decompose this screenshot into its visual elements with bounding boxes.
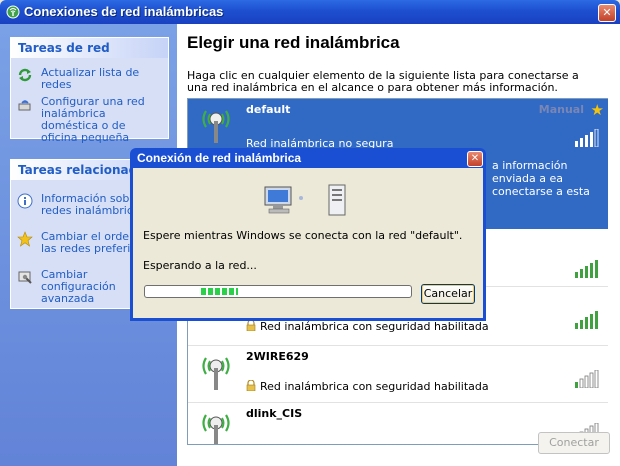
network-detail-text: a información enviada a ea conectarse a … xyxy=(492,159,590,198)
settings-icon xyxy=(18,271,32,284)
close-button[interactable]: ✕ xyxy=(598,4,616,22)
info-icon xyxy=(17,193,33,209)
setup-wireless-network-label: Configurar una red inalámbrica doméstica… xyxy=(41,95,145,144)
antenna-icon xyxy=(202,110,230,143)
network-status: Red inalámbrica con seguridad habilitada xyxy=(246,380,489,393)
signal-strength-icon xyxy=(575,370,599,388)
page-title: Elegir una red inalámbrica xyxy=(187,33,400,52)
wireless-network-icon xyxy=(6,5,20,19)
lock-icon xyxy=(246,320,256,331)
refresh-network-list-label: Actualizar lista de redes xyxy=(41,66,140,91)
window-title: Conexiones de red inalámbricas xyxy=(24,4,224,19)
network-name: dlink_CIS xyxy=(246,407,303,420)
signal-strength-icon xyxy=(575,260,598,278)
manual-badge: Manual xyxy=(538,103,584,116)
wireless-connections-window: Conexiones de red inalámbricas ✕ Tareas … xyxy=(0,0,620,466)
setup-icon xyxy=(18,100,31,111)
dialog-message: Espere mientras Windows se conecta con l… xyxy=(143,229,463,242)
network-status-text: Red inalámbrica con seguridad habilitada xyxy=(260,380,489,393)
dialog-close-button[interactable]: ✕ xyxy=(467,151,483,167)
connecting-dialog: Conexión de red inalámbrica ✕ Espere mie… xyxy=(130,148,486,321)
signal-strength-icon xyxy=(575,129,599,147)
cancel-button[interactable]: Cancelar xyxy=(421,284,475,304)
close-icon: ✕ xyxy=(470,153,480,164)
network-tasks-panel: Tareas de red Actualizar lista de redes … xyxy=(10,37,169,144)
network-status: Red inalámbrica con seguridad habilitada xyxy=(246,320,489,333)
antenna-icon xyxy=(202,357,230,390)
signal-strength-icon xyxy=(575,311,598,329)
antenna-icon xyxy=(202,414,230,444)
preferred-star-icon: ★ xyxy=(590,101,604,119)
network-name: default xyxy=(246,103,291,116)
connect-button[interactable]: Conectar xyxy=(538,432,610,454)
network-item-2wire629[interactable]: 2WIRE629 Red inalámbrica con seguridad h… xyxy=(188,346,608,402)
title-bar[interactable]: Conexiones de red inalámbricas ✕ xyxy=(0,0,620,24)
network-tasks-heading: Tareas de red xyxy=(11,38,168,58)
close-icon: ✕ xyxy=(602,6,612,19)
lock-icon xyxy=(246,380,256,391)
network-name: 2WIRE629 xyxy=(246,350,309,363)
progress-fill xyxy=(201,288,238,295)
network-status-text: Red inalámbrica con seguridad habilitada xyxy=(260,320,489,333)
intro-text: Haga clic en cualquier elemento de la si… xyxy=(187,69,579,94)
dialog-waiting-text: Esperando a la red... xyxy=(143,259,257,272)
connection-progress-bar xyxy=(144,285,412,298)
computer-to-network-icon xyxy=(264,184,346,216)
refresh-icon xyxy=(18,68,32,82)
star-icon xyxy=(17,231,33,247)
dialog-title: Conexión de red inalámbrica xyxy=(137,151,302,165)
dialog-body: Espere mientras Windows se conecta con l… xyxy=(133,168,483,318)
